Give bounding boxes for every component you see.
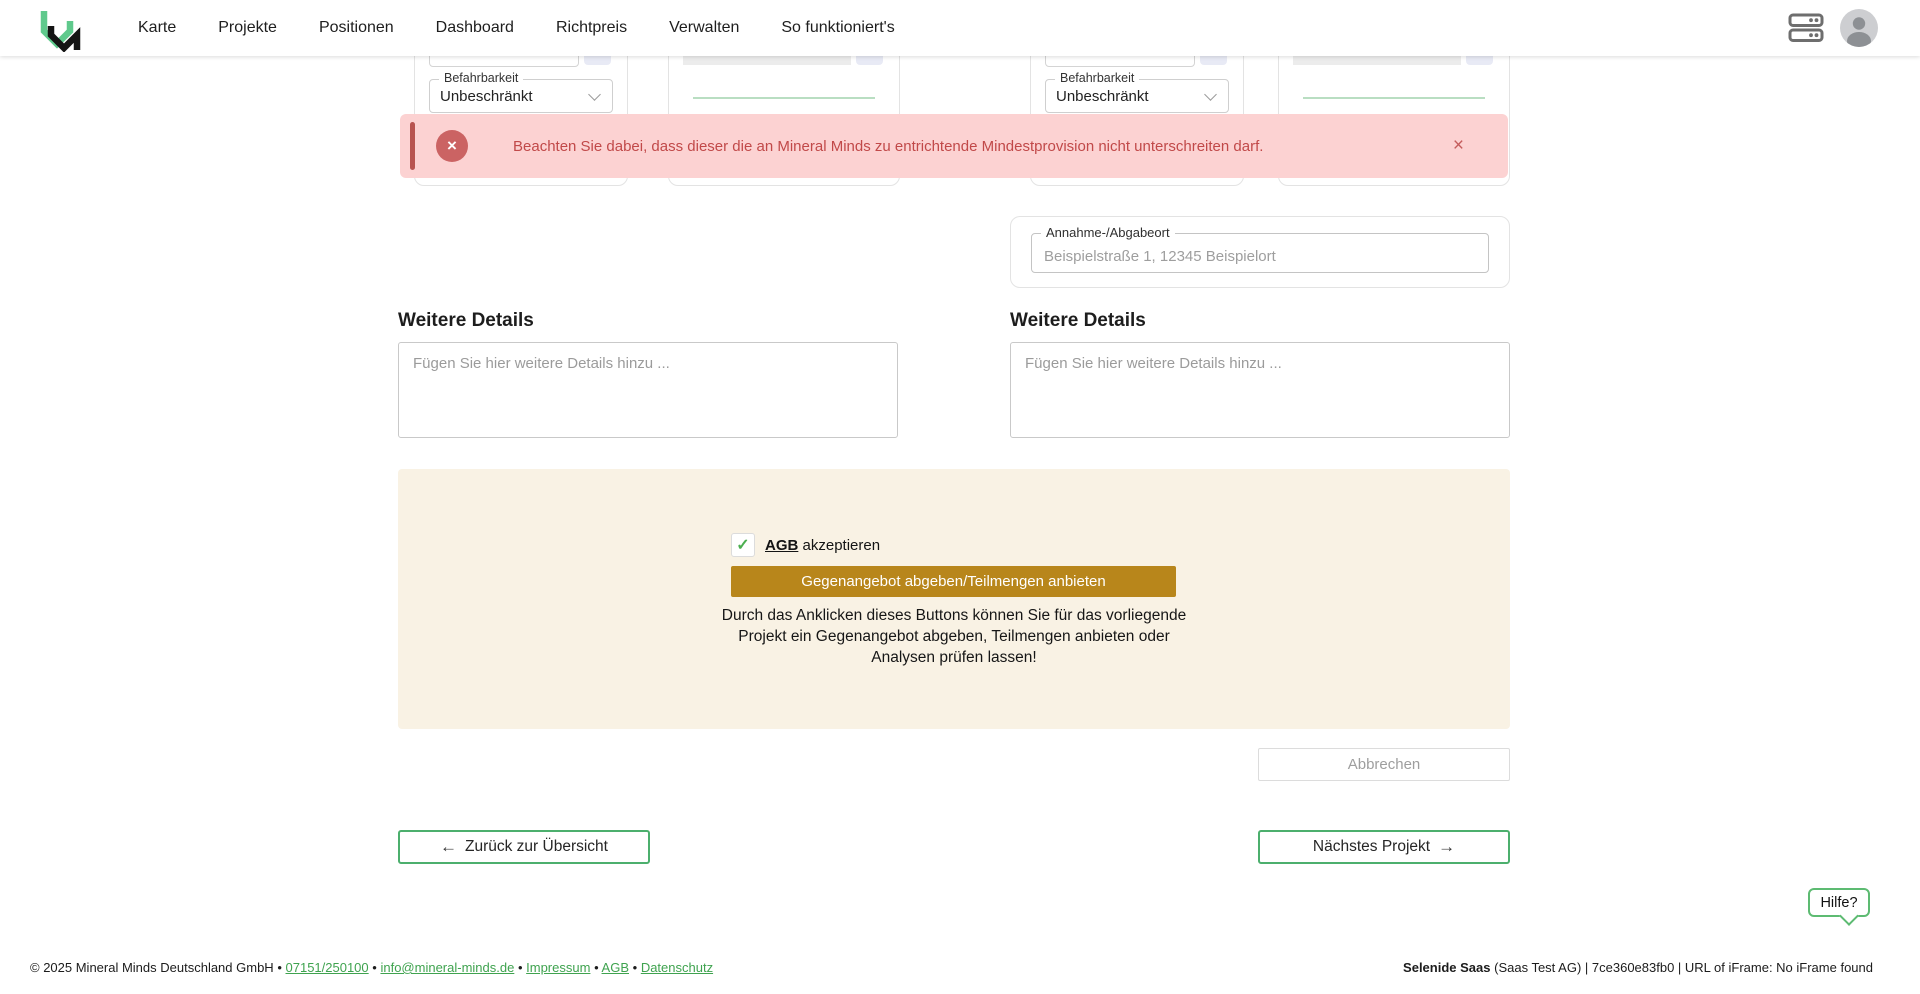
alert-accent-bar: [410, 122, 415, 170]
agb-row: ✓ AGB akzeptieren: [731, 533, 880, 557]
divider: [1303, 97, 1485, 99]
error-circle-icon: ×: [436, 130, 468, 162]
offer-description: Durch das Anklicken dieses Buttons könne…: [634, 605, 1274, 668]
navbar-right: [1788, 0, 1878, 56]
befahrbarkeit-select-2[interactable]: Befahrbarkeit Unbeschränkt: [1045, 79, 1229, 113]
navbar: Karte Projekte Positionen Dashboard Rich…: [0, 0, 1920, 56]
footer-right: Selenide Saas (Saas Test AG) | 7ce360e83…: [1403, 960, 1873, 975]
app-name: Selenide Saas: [1403, 960, 1490, 975]
location-label: Annahme-/Abgabeort: [1041, 225, 1175, 240]
details-heading-right: Weitere Details: [1010, 310, 1146, 332]
offer-description-line: Projekt ein Gegenangebot abgeben, Teilme…: [634, 626, 1274, 647]
footer-agb-link[interactable]: AGB: [602, 960, 629, 975]
mineral-minds-logo[interactable]: [36, 6, 82, 52]
separator: •: [277, 960, 282, 975]
offer-description-line: Durch das Anklicken dieses Buttons könne…: [634, 605, 1274, 626]
details-textarea-right[interactable]: [1010, 342, 1510, 438]
offer-description-line: Analysen prüfen lassen!: [634, 647, 1274, 668]
counteroffer-button[interactable]: Gegenangebot abgeben/Teilmengen anbieten: [731, 566, 1176, 597]
user-avatar[interactable]: [1840, 9, 1878, 47]
agb-label-suffix: akzeptieren: [798, 537, 880, 554]
help-button[interactable]: Hilfe?: [1808, 888, 1870, 917]
page: Befahrbarkeit Unbeschränkt Befahrbarkeit…: [0, 0, 1920, 994]
location-fieldset: Annahme-/Abgabeort: [1031, 233, 1489, 273]
close-icon[interactable]: ×: [1453, 114, 1464, 178]
copyright-text: © 2025 Mineral Minds Deutschland GmbH: [30, 960, 274, 975]
nav-item-verwalten[interactable]: Verwalten: [669, 19, 739, 37]
agb-checkbox[interactable]: ✓: [731, 533, 755, 557]
footer-email-link[interactable]: info@mineral-minds.de: [380, 960, 514, 975]
back-to-overview-button[interactable]: ← Zurück zur Übersicht: [398, 830, 650, 864]
nav-item-karte[interactable]: Karte: [138, 19, 176, 37]
footer-impressum-link[interactable]: Impressum: [526, 960, 590, 975]
arrow-right-icon: →: [1438, 837, 1455, 857]
nav-item-richtpreis[interactable]: Richtpreis: [556, 19, 627, 37]
separator: •: [372, 960, 377, 975]
next-button-label: Nächstes Projekt: [1313, 838, 1430, 856]
nav-item-projekte[interactable]: Projekte: [218, 19, 277, 37]
error-alert: × Beachten Sie dabei, dass dieser die an…: [400, 114, 1508, 178]
server-icon[interactable]: [1788, 13, 1824, 43]
alert-message: Beachten Sie dabei, dass dieser die an M…: [513, 114, 1263, 178]
cancel-button[interactable]: Abbrechen: [1258, 748, 1510, 781]
befahrbarkeit-select-1[interactable]: Befahrbarkeit Unbeschränkt: [429, 79, 613, 113]
app-info: (Saas Test AG) | 7ce360e83fb0 | URL of i…: [1491, 960, 1874, 975]
separator: •: [633, 960, 638, 975]
agb-label: AGB akzeptieren: [765, 537, 880, 554]
details-heading-left: Weitere Details: [398, 310, 534, 332]
befahrbarkeit-label: Befahrbarkeit: [1055, 71, 1139, 85]
arrow-left-icon: ←: [440, 837, 457, 857]
nav-links: Karte Projekte Positionen Dashboard Rich…: [138, 0, 895, 56]
next-project-button[interactable]: Nächstes Projekt →: [1258, 830, 1510, 864]
divider: [693, 97, 875, 99]
separator: •: [594, 960, 599, 975]
agb-link[interactable]: AGB: [765, 537, 798, 554]
nav-item-dashboard[interactable]: Dashboard: [436, 19, 514, 37]
details-textarea-left[interactable]: [398, 342, 898, 438]
nav-item-so-funktionierts[interactable]: So funktioniert's: [781, 19, 894, 37]
location-card: Annahme-/Abgabeort: [1010, 216, 1510, 288]
separator: •: [518, 960, 523, 975]
back-button-label: Zurück zur Übersicht: [465, 838, 608, 856]
footer-left: © 2025 Mineral Minds Deutschland GmbH • …: [30, 960, 713, 975]
befahrbarkeit-label: Befahrbarkeit: [439, 71, 523, 85]
offer-panel: ✓ AGB akzeptieren Gegenangebot abgeben/T…: [398, 469, 1510, 729]
nav-item-positionen[interactable]: Positionen: [319, 19, 394, 37]
footer-datenschutz-link[interactable]: Datenschutz: [641, 960, 713, 975]
footer-phone-link[interactable]: 07151/250100: [286, 960, 369, 975]
